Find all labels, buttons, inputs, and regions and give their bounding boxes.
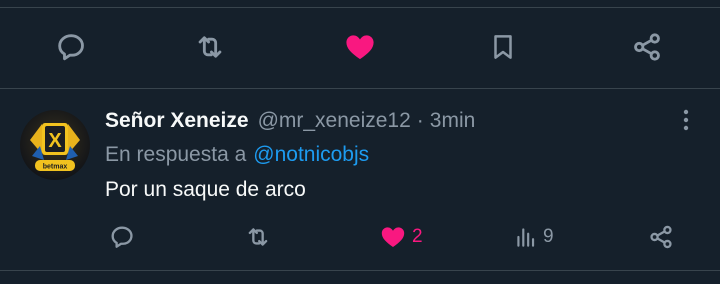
reply-prefix: En respuesta a — [105, 143, 247, 166]
top-divider — [0, 7, 720, 8]
section-divider — [0, 88, 720, 89]
tweet-text: Por un saque de arco — [105, 178, 306, 201]
retweet-icon — [198, 36, 222, 58]
reply-tweet-share-button[interactable] — [646, 223, 676, 251]
tweet-header: Señor Xeneize @mr_xeneize12 · 3min — [105, 106, 475, 136]
reply-tweet-reply-button[interactable] — [107, 223, 137, 251]
share-icon — [634, 33, 660, 61]
reply-context: En respuesta a @notnicobjs — [105, 140, 369, 170]
timeline-view: X betmax Señor Xeneize @mr_xeneize12 · 3… — [0, 0, 720, 284]
user-handle[interactable]: @mr_xeneize12 — [258, 109, 411, 133]
avatar[interactable]: X betmax — [20, 110, 90, 180]
like-icon-filled — [381, 227, 405, 248]
like-icon-filled — [346, 35, 374, 60]
retweet-button[interactable] — [191, 30, 229, 64]
bottom-divider — [0, 270, 720, 271]
reply-icon — [58, 34, 84, 61]
avatar-logo-image: X betmax — [20, 110, 90, 180]
separator-dot: · — [416, 109, 424, 132]
reply-mention-link[interactable]: @notnicobjs — [253, 143, 369, 167]
share-button[interactable] — [629, 30, 665, 64]
more-options-button[interactable] — [676, 106, 696, 134]
svg-text:betmax: betmax — [43, 164, 68, 171]
reply-button[interactable] — [53, 30, 89, 64]
svg-text:X: X — [48, 130, 62, 152]
share-icon — [650, 225, 672, 249]
retweet-icon — [248, 228, 268, 246]
display-name[interactable]: Señor Xeneize — [105, 109, 249, 133]
views-chart-icon — [517, 228, 535, 247]
bookmark-icon — [494, 35, 512, 59]
reply-tweet-views-button[interactable]: 9 — [513, 223, 554, 251]
reply-tweet-like-button[interactable]: 2 — [378, 223, 423, 251]
like-count: 2 — [412, 226, 423, 247]
timestamp[interactable]: 3min — [430, 109, 476, 133]
bookmark-button[interactable] — [488, 30, 518, 64]
like-button[interactable] — [342, 30, 378, 64]
more-vertical-icon — [683, 109, 689, 131]
reply-tweet-retweet-button[interactable] — [242, 223, 274, 251]
views-count: 9 — [543, 226, 554, 247]
reply-icon — [111, 226, 133, 248]
